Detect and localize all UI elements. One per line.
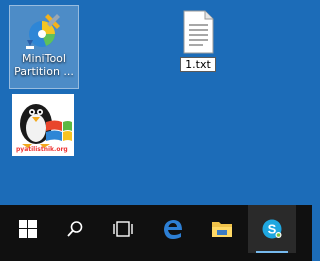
- search-icon: [67, 221, 83, 237]
- windows-start-icon: [19, 220, 37, 238]
- start-button[interactable]: [4, 205, 52, 253]
- desktop[interactable]: MiniTool Partition ... 1.txt pyatilistni…: [0, 0, 312, 205]
- skype-icon: S: [262, 219, 282, 239]
- task-view-icon: [113, 221, 133, 237]
- skype-button[interactable]: S: [248, 205, 296, 253]
- file-explorer-button[interactable]: [198, 205, 246, 253]
- edge-icon: [164, 220, 182, 239]
- file-explorer-icon: [212, 222, 232, 237]
- text-file-icon: [181, 10, 215, 54]
- task-view-button[interactable]: [99, 205, 147, 253]
- svg-text:S: S: [268, 222, 277, 237]
- minitool-partition-icon: [24, 10, 64, 50]
- minitool-partition-desktop-icon[interactable]: MiniTool Partition ...: [9, 5, 79, 89]
- taskbar: S: [0, 205, 312, 261]
- search-button[interactable]: [51, 205, 99, 253]
- penguin-watermark-desktop-icon[interactable]: pyatilistnik.org: [12, 94, 74, 156]
- text-file-label: 1.txt: [180, 57, 216, 72]
- minitool-partition-label: MiniTool Partition ...: [14, 52, 74, 78]
- active-indicator: [256, 251, 288, 253]
- watermark-text: pyatilistnik.org: [16, 146, 68, 153]
- text-file-desktop-icon[interactable]: 1.txt: [164, 8, 232, 78]
- edge-button[interactable]: [149, 205, 197, 253]
